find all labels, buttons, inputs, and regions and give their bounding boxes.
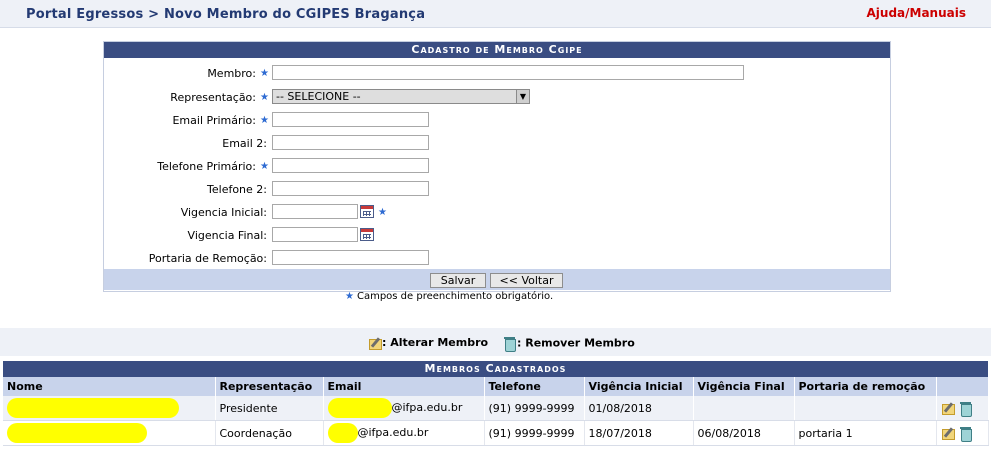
cell-nome (3, 396, 216, 421)
calendar-icon[interactable] (360, 205, 374, 218)
save-button[interactable]: Salvar (430, 273, 486, 288)
help-manuals-link[interactable]: Ajuda/Manuais (867, 6, 967, 20)
legend-remove: : Remover Membro (503, 336, 635, 352)
cell-vigencia-final (693, 396, 795, 421)
cell-vigencia-final: 06/08/2018 (693, 420, 795, 446)
table-title: Membros Cadastrados (3, 361, 988, 377)
email-primario-label: Email Primário: (172, 114, 256, 127)
representacao-selected-value: -- SELECIONE -- (276, 90, 361, 103)
redaction-mark (327, 398, 392, 418)
telefone2-label: Telefone 2: (207, 183, 267, 196)
cell-portaria (794, 396, 937, 421)
telefone-primario-input[interactable] (272, 158, 429, 173)
cell-email: @ifpa.edu.br (323, 420, 485, 446)
vigencia-final-label: Vigencia Final: (187, 229, 267, 242)
form-buttons-bar: Salvar << Voltar (104, 269, 890, 290)
column-header: Email (323, 377, 485, 396)
required-note-text: Campos de preenchimento obrigatório. (356, 291, 554, 302)
trash-icon (503, 336, 517, 352)
vigencia-final-input[interactable] (272, 227, 358, 242)
chevron-down-icon[interactable]: ▼ (516, 90, 529, 103)
edit-icon (368, 336, 382, 350)
portaria-remocao-input[interactable] (272, 250, 429, 265)
field-membro: Membro: ★ (104, 64, 890, 82)
edit-icon[interactable] (941, 401, 955, 415)
redaction-mark (7, 423, 147, 443)
representacao-label: Representação: (170, 91, 256, 104)
redaction-mark (327, 423, 358, 443)
column-header: Vigência Final (693, 377, 795, 396)
column-header: Representação (215, 377, 324, 396)
trash-icon[interactable] (959, 426, 973, 442)
telefone2-input[interactable] (272, 181, 429, 196)
member-form: Cadastro de Membro Cgipe Membro: ★ Repre… (103, 41, 891, 292)
column-header: Portaria de remoção (794, 377, 937, 396)
column-header (936, 377, 989, 396)
cell-telefone: (91) 9999-9999 (484, 396, 585, 421)
field-portaria-remocao: Portaria de Remoção: (104, 249, 890, 267)
email-primario-input[interactable] (272, 112, 429, 127)
field-representacao: Representação: ★ -- SELECIONE -- ▼ (104, 88, 890, 106)
legend-edit-label: : Alterar Membro (382, 336, 489, 349)
cell-representacao: Coordenação (215, 420, 324, 446)
vigencia-inicial-input[interactable] (272, 204, 358, 219)
required-star-icon: ★ (260, 92, 269, 103)
members-table: Membros Cadastrados Nome Representação E… (3, 361, 989, 446)
form-title: Cadastro de Membro Cgipe (104, 42, 890, 58)
top-bar: Portal Egressos > Novo Membro do CGIPES … (0, 0, 991, 28)
table-row: Presidente @ifpa.edu.br (91) 9999-9999 0… (3, 396, 989, 421)
required-star-icon: ★ (260, 68, 269, 79)
field-telefone2: Telefone 2: (104, 180, 890, 198)
portaria-remocao-label: Portaria de Remoção: (148, 252, 267, 265)
representacao-select[interactable]: -- SELECIONE -- ▼ (272, 89, 530, 104)
required-star-icon: ★ (260, 161, 269, 172)
email2-input[interactable] (272, 135, 429, 150)
cell-representacao: Presidente (215, 396, 324, 421)
trash-icon[interactable] (959, 401, 973, 417)
required-note: ★ Campos de preenchimento obrigatório. (345, 291, 553, 302)
cell-actions (936, 420, 989, 446)
table-header-row: Nome Representação Email Telefone Vigênc… (3, 377, 989, 396)
cell-email: @ifpa.edu.br (323, 396, 485, 421)
membro-label: Membro: (207, 67, 256, 80)
required-star-icon: ★ (345, 291, 354, 302)
field-telefone-primario: Telefone Primário: ★ (104, 157, 890, 175)
cell-vigencia-inicial: 01/08/2018 (584, 396, 694, 421)
calendar-icon[interactable] (360, 228, 374, 241)
column-header: Vigência Inicial (584, 377, 694, 396)
edit-icon[interactable] (941, 426, 955, 440)
redaction-mark (7, 398, 179, 418)
membro-input[interactable] (272, 65, 744, 80)
required-star-icon: ★ (260, 115, 269, 126)
telefone-primario-label: Telefone Primário: (157, 160, 256, 173)
cell-telefone: (91) 9999-9999 (484, 420, 585, 446)
field-vigencia-final: Vigencia Final: (104, 226, 890, 244)
field-vigencia-inicial: Vigencia Inicial: ★ (104, 203, 890, 221)
legend-remove-label: : Remover Membro (517, 336, 635, 350)
cell-actions (936, 396, 989, 421)
field-email2: Email 2: (104, 134, 890, 152)
field-email-primario: Email Primário: ★ (104, 111, 890, 129)
required-star-icon: ★ (378, 207, 387, 218)
column-header: Nome (3, 377, 216, 396)
breadcrumb: Portal Egressos > Novo Membro do CGIPES … (26, 7, 426, 22)
actions-legend: : Alterar Membro : Remover Membro (0, 328, 991, 356)
cell-portaria: portaria 1 (794, 420, 937, 446)
cell-vigencia-inicial: 18/07/2018 (584, 420, 694, 446)
cell-nome (3, 420, 216, 446)
email2-label: Email 2: (222, 137, 267, 150)
column-header: Telefone (484, 377, 585, 396)
table-row: Coordenação @ifpa.edu.br (91) 9999-9999 … (3, 420, 989, 446)
legend-edit: : Alterar Membro (368, 336, 488, 350)
back-button[interactable]: << Voltar (490, 273, 563, 288)
vigencia-inicial-label: Vigencia Inicial: (180, 206, 267, 219)
